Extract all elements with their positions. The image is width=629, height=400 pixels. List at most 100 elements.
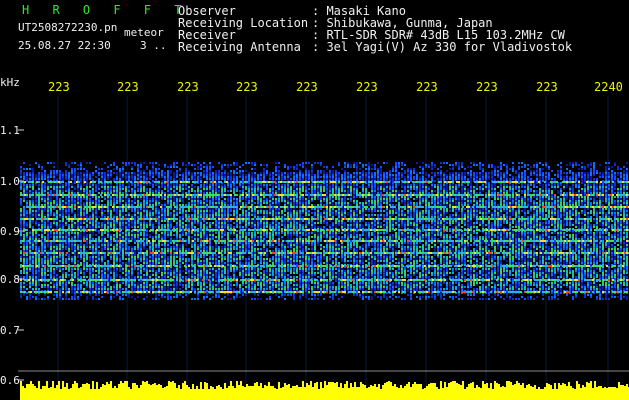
noise-pixel [92,216,94,218]
noise-pixel [146,212,148,214]
noise-pixel [551,196,553,198]
noise-pixel [44,176,46,178]
noise-pixel [449,172,451,174]
noise-pixel [179,220,181,222]
noise-pixel [446,178,448,180]
noise-pixel [320,164,322,166]
noise-pixel [110,190,112,192]
noise-pixel [158,210,160,212]
noise-pixel [158,198,160,200]
noise-pixel [164,166,166,168]
noise-pixel [71,176,73,178]
noise-pixel [458,162,460,164]
noise-pixel [374,178,376,180]
noise-pixel [143,186,145,188]
noise-pixel [479,220,481,222]
noise-pixel [137,210,139,212]
noise-pixel [305,176,307,178]
noise-pixel [317,220,319,222]
noise-pixel [422,192,424,194]
noise-pixel [398,208,400,210]
noise-pixel [437,204,439,206]
noise-pixel [155,212,157,214]
noise-pixel [170,166,172,168]
noise-pixel [302,166,304,168]
noise-pixel [140,172,142,174]
noise-pixel [206,210,208,212]
noise-pixel [449,214,451,216]
noise-pixel [335,220,337,222]
noise-pixel [68,176,70,178]
noise-pixel [566,212,568,214]
noise-pixel [377,210,379,212]
noise-pixel [296,210,298,212]
noise-pixel [524,172,526,174]
noise-pixel [512,170,514,172]
noise-pixel [443,184,445,186]
noise-pixel [407,174,409,176]
noise-pixel [80,186,82,188]
noise-pixel [317,210,319,212]
noise-pixel [434,214,436,216]
noise-pixel [368,204,370,206]
noise-pixel [80,198,82,200]
noise-pixel [344,172,346,174]
noise-pixel [134,218,136,220]
noise-pixel [506,192,508,194]
noise-pixel [161,204,163,206]
noise-pixel [296,192,298,194]
noise-pixel [539,170,541,172]
noise-pixel [515,196,517,198]
noise-pixel [65,164,67,166]
noise-pixel [419,200,421,202]
noise-pixel [68,166,70,168]
noise-pixel [236,188,238,190]
noise-pixel [35,204,37,206]
noise-pixel [80,190,82,192]
noise-pixel [146,208,148,210]
noise-pixel [467,220,469,222]
noise-pixel [299,176,301,178]
noise-pixel [260,178,262,180]
noise-pixel [74,162,76,164]
noise-pixel [428,200,430,202]
noise-pixel [446,186,448,188]
noise-pixel [596,212,598,214]
noise-pixel [407,204,409,206]
noise-pixel [62,172,64,174]
noise-pixel [29,196,31,198]
noise-pixel [233,174,235,176]
noise-pixel [134,196,136,198]
noise-pixel [38,210,40,212]
noise-pixel [431,176,433,178]
noise-pixel [533,190,535,192]
noise-pixel [332,196,334,198]
noise-pixel [173,204,175,206]
noise-pixel [347,164,349,166]
noise-pixel [221,208,223,210]
noise-pixel [605,192,607,194]
noise-pixel [482,188,484,190]
noise-pixel [299,164,301,166]
noise-pixel [515,198,517,200]
noise-pixel [557,164,559,166]
noise-pixel [605,214,607,216]
noise-pixel [38,218,40,220]
noise-pixel [395,172,397,174]
noise-pixel [95,170,97,172]
noise-pixel [476,208,478,210]
noise-pixel [434,220,436,222]
noise-pixel [227,212,229,214]
noise-pixel [398,164,400,166]
noise-pixel [119,186,121,188]
noise-pixel [365,192,367,194]
noise-pixel [143,188,145,190]
noise-pixel [614,184,616,186]
noise-pixel [122,212,124,214]
noise-pixel [20,178,22,180]
noise-pixel [62,212,64,214]
noise-pixel [416,220,418,222]
noise-pixel [137,164,139,166]
noise-pixel [473,208,475,210]
noise-pixel [266,200,268,202]
